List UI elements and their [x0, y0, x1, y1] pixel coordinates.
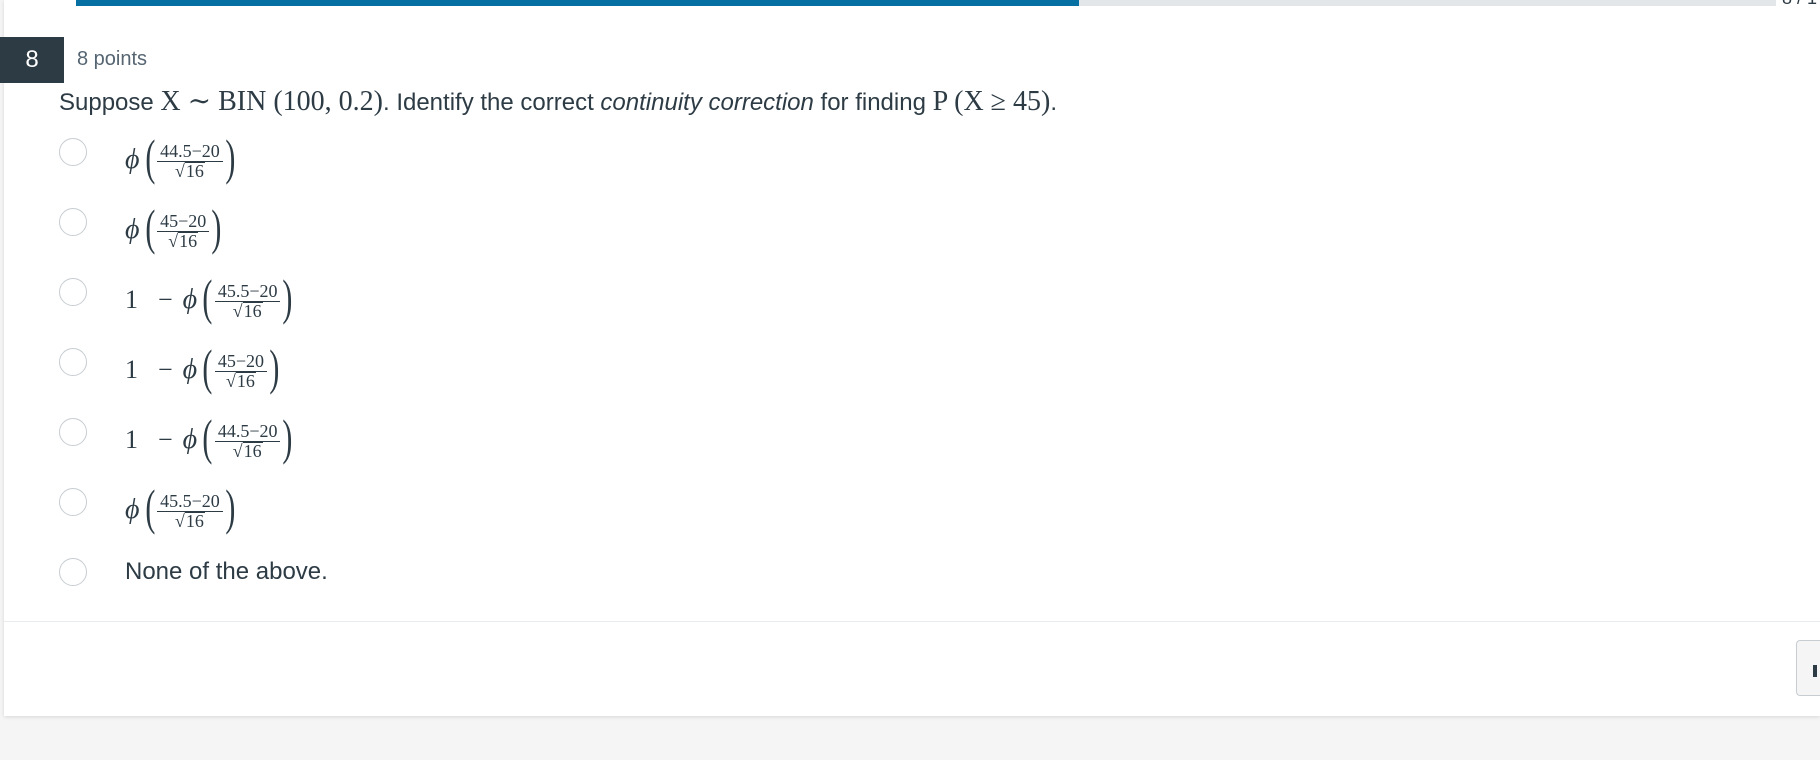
answer-formula: ϕ ( 45.5−20 √ 16 ) — [125, 480, 236, 540]
right-paren: ) — [269, 339, 280, 395]
radicand: 16 — [178, 230, 199, 251]
question-text: Suppose X ∼ BIN (100, 0.2). Identify the… — [59, 84, 1057, 118]
progress-bar — [76, 0, 1776, 6]
question-points: 8 points — [77, 48, 148, 70]
radio-circle-icon[interactable] — [59, 418, 87, 446]
section-divider — [4, 621, 1820, 622]
question-text-mid2: for finding — [813, 89, 933, 116]
fraction: 45.5−20 √ 16 — [157, 491, 223, 530]
left-paren: ( — [202, 339, 213, 395]
left-paren: ( — [144, 129, 155, 185]
answer-option-2[interactable]: ϕ ( 45−20 √ 16 ) — [59, 202, 1059, 252]
question-probability-math: P (X ≥ 45) — [932, 86, 1051, 117]
formula-one: 1 — [125, 425, 138, 454]
answer-formula: 1 − ϕ ( 44.5−20 √ 16 ) — [125, 410, 294, 470]
formula-minus: − — [158, 285, 173, 314]
radio-circle-icon[interactable] — [59, 348, 87, 376]
fraction-denominator: √ 16 — [225, 370, 256, 391]
phi-symbol: ϕ — [125, 144, 140, 175]
question-text-mid1: . Identify the correct — [382, 89, 601, 116]
phi-symbol: ϕ — [125, 214, 140, 245]
right-paren: ) — [225, 479, 236, 535]
left-paren: ( — [202, 269, 213, 325]
radicand: 16 — [242, 300, 263, 321]
answer-formula: 1 − ϕ ( 45−20 √ 16 ) — [125, 340, 281, 400]
left-paren: ( — [144, 199, 155, 255]
question-distribution-math: X ∼ BIN (100, 0.2) — [160, 86, 383, 117]
fraction: 44.5−20 √ 16 — [214, 421, 281, 461]
radio-circle-icon[interactable] — [59, 558, 87, 586]
question-text-emphasis: continuity correction — [600, 89, 814, 116]
fraction-numerator: 44.5−20 — [157, 141, 223, 162]
answer-formula: 1 − ϕ ( 45.5−20 √ 16 ) — [125, 270, 294, 330]
answer-option-text: None of the above. — [125, 558, 328, 585]
fraction: 45−20 √ 16 — [214, 351, 267, 391]
progress-counter: 8 / 1 — [1782, 0, 1817, 9]
right-paren: ) — [282, 409, 293, 465]
question-text-prefix: Suppose — [59, 89, 161, 116]
left-paren: ( — [202, 409, 213, 465]
radio-circle-icon[interactable] — [59, 138, 87, 166]
fraction: 45.5−20 √ 16 — [214, 281, 281, 321]
fraction-numerator: 45.5−20 — [157, 491, 223, 512]
right-paren: ) — [282, 269, 293, 325]
answer-option-6[interactable]: ϕ ( 45.5−20 √ 16 ) — [59, 482, 1059, 532]
fraction: 44.5−20 √ 16 — [157, 141, 223, 180]
radicand: 16 — [242, 440, 263, 461]
radio-circle-icon[interactable] — [59, 488, 87, 516]
phi-symbol: ϕ — [125, 494, 140, 525]
chevron-right-icon — [1813, 665, 1817, 677]
progress-bar-fill — [76, 0, 1079, 6]
fraction-denominator: √ 16 — [232, 300, 263, 321]
formula-one: 1 — [125, 355, 138, 384]
answer-formula: ϕ ( 45−20 √ 16 ) — [125, 200, 223, 260]
fraction-numerator: 45−20 — [157, 211, 210, 232]
phi-symbol: ϕ — [182, 424, 198, 455]
question-text-suffix: . — [1050, 89, 1058, 116]
next-button[interactable] — [1796, 640, 1820, 696]
fraction-denominator: √ 16 — [175, 160, 205, 181]
formula-minus: − — [158, 355, 173, 384]
answer-option-3[interactable]: 1 − ϕ ( 45.5−20 √ 16 ) — [59, 272, 1059, 322]
phi-symbol: ϕ — [182, 284, 198, 315]
right-paren: ) — [225, 129, 236, 185]
fraction-denominator: √ 16 — [175, 510, 205, 531]
fraction-numerator: 45.5−20 — [214, 281, 281, 302]
left-paren: ( — [144, 479, 155, 535]
radio-circle-icon[interactable] — [59, 208, 87, 236]
fraction-numerator: 44.5−20 — [214, 421, 281, 442]
radio-circle-icon[interactable] — [59, 278, 87, 306]
fraction-numerator: 45−20 — [214, 351, 267, 372]
radicand: 16 — [235, 370, 256, 391]
right-paren: ) — [211, 199, 222, 255]
formula-minus: − — [158, 425, 173, 454]
answer-option-5[interactable]: 1 − ϕ ( 44.5−20 √ 16 ) — [59, 412, 1059, 462]
radicand: 16 — [184, 510, 205, 531]
formula-one: 1 — [125, 285, 138, 314]
answer-formula: ϕ ( 44.5−20 √ 16 ) — [125, 130, 236, 190]
radicand: 16 — [184, 160, 205, 181]
fraction-denominator: √ 16 — [232, 440, 263, 461]
phi-symbol: ϕ — [182, 354, 198, 385]
answer-option-4[interactable]: 1 − ϕ ( 45−20 √ 16 ) — [59, 342, 1059, 392]
question-number-badge: 8 — [0, 37, 64, 83]
answer-option-1[interactable]: ϕ ( 44.5−20 √ 16 ) — [59, 132, 1059, 182]
answer-option-7[interactable]: None of the above. — [59, 554, 1059, 600]
fraction-denominator: √ 16 — [168, 230, 199, 251]
fraction: 45−20 √ 16 — [157, 211, 210, 251]
